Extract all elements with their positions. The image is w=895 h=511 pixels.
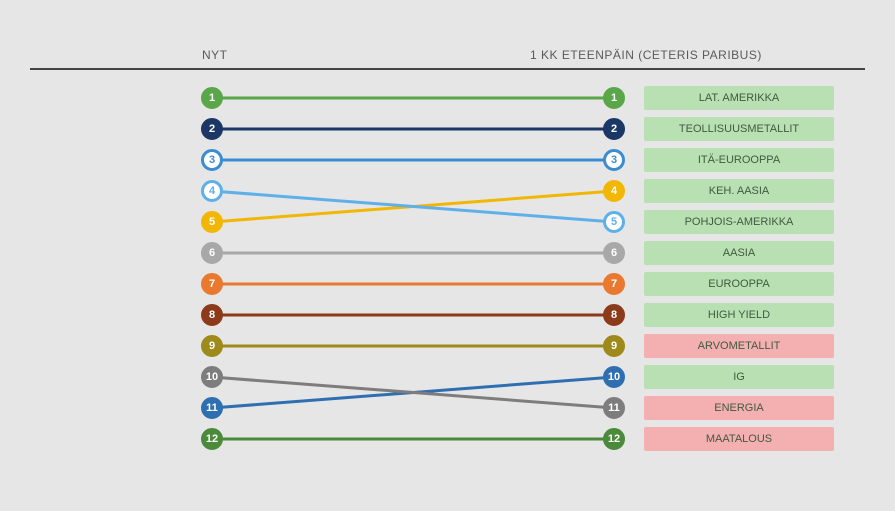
rank-node: 9 <box>603 335 625 357</box>
category-label: ENERGIA <box>644 396 834 420</box>
header-right: 1 KK ETEENPÄIN (CETERIS PARIBUS) <box>530 48 762 62</box>
rank-node: 8 <box>603 304 625 326</box>
category-label: KEH. AASIA <box>644 179 834 203</box>
category-label: ITÄ-EUROOPPA <box>644 148 834 172</box>
rank-node: 12 <box>201 428 223 450</box>
rank-node: 5 <box>201 211 223 233</box>
rank-node: 11 <box>201 397 223 419</box>
rank-node: 10 <box>201 366 223 388</box>
rank-node: 2 <box>603 118 625 140</box>
category-label: TEOLLISUUSMETALLIT <box>644 117 834 141</box>
rank-node: 7 <box>603 273 625 295</box>
rank-node: 8 <box>201 304 223 326</box>
header-left: NYT <box>202 48 228 62</box>
rank-node: 10 <box>603 366 625 388</box>
rank-node: 12 <box>603 428 625 450</box>
rank-node: 1 <box>201 87 223 109</box>
rank-node: 3 <box>201 149 223 171</box>
rank-node: 2 <box>201 118 223 140</box>
category-label: LAT. AMERIKKA <box>644 86 834 110</box>
rank-node: 5 <box>603 211 625 233</box>
category-label: EUROOPPA <box>644 272 834 296</box>
rank-node: 6 <box>603 242 625 264</box>
rank-node: 7 <box>201 273 223 295</box>
slope-chart: NYT 1 KK ETEENPÄIN (CETERIS PARIBUS) 112… <box>0 0 895 511</box>
header-rule <box>30 68 865 70</box>
rank-node: 1 <box>603 87 625 109</box>
rank-node: 11 <box>603 397 625 419</box>
category-label: MAATALOUS <box>644 427 834 451</box>
category-label: IG <box>644 365 834 389</box>
category-label: ARVOMETALLIT <box>644 334 834 358</box>
rank-node: 9 <box>201 335 223 357</box>
category-label: HIGH YIELD <box>644 303 834 327</box>
rank-node: 4 <box>201 180 223 202</box>
category-label: AASIA <box>644 241 834 265</box>
rank-node: 4 <box>603 180 625 202</box>
category-label: POHJOIS-AMERIKKA <box>644 210 834 234</box>
rank-node: 3 <box>603 149 625 171</box>
rank-node: 6 <box>201 242 223 264</box>
